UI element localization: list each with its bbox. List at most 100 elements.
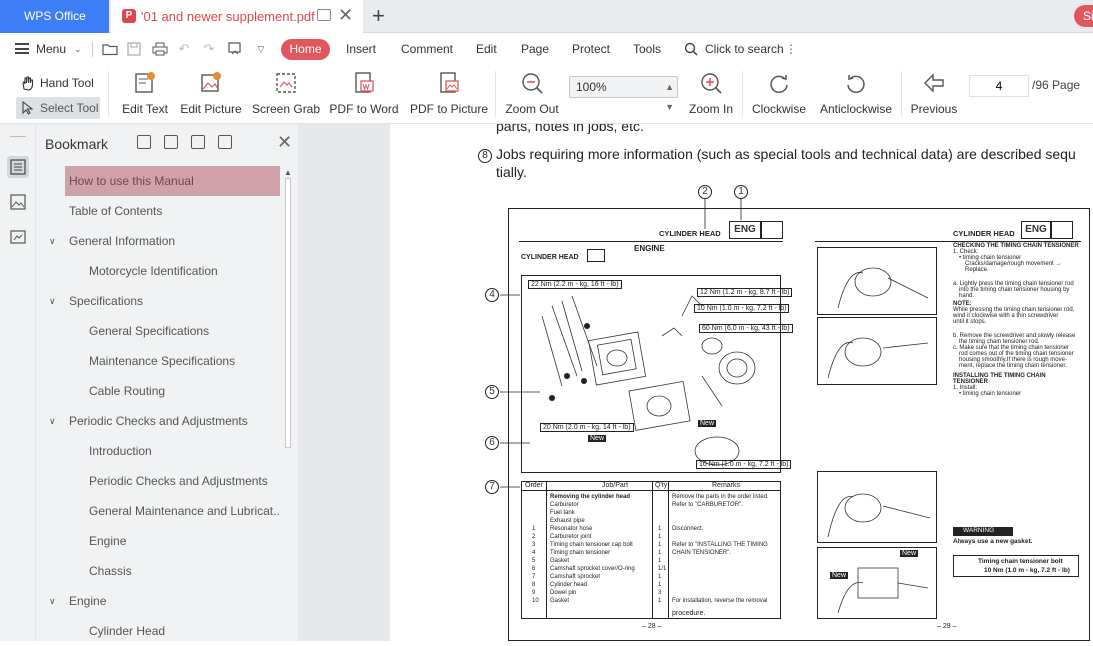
export-icon[interactable] bbox=[227, 41, 243, 57]
install-step: • timing chain tensioner bbox=[959, 391, 1022, 397]
hand-tensioner-illustration bbox=[837, 567, 929, 614]
close-tab-icon[interactable]: ✕ bbox=[338, 5, 353, 25]
save-icon[interactable] bbox=[127, 42, 141, 56]
print-icon[interactable] bbox=[152, 42, 168, 56]
tab-page[interactable]: Page bbox=[521, 33, 549, 65]
select-tool-button[interactable]: Select Tool bbox=[16, 97, 100, 119]
new-tab-plus-icon[interactable]: + bbox=[372, 3, 385, 29]
bookmark-item[interactable]: Cable Routing bbox=[36, 376, 282, 406]
redo-icon[interactable]: ↷ bbox=[202, 42, 216, 56]
bookmark-options-icon[interactable] bbox=[218, 135, 232, 149]
separator bbox=[901, 71, 902, 117]
hand-tool-button[interactable]: Hand Tool bbox=[16, 73, 100, 93]
user-avatar[interactable]: Si bbox=[1074, 5, 1093, 27]
cursor-arrow-icon bbox=[22, 101, 34, 115]
menu-chevron-down-icon[interactable]: ⌄ bbox=[74, 33, 82, 65]
pdf-to-picture-button[interactable]: PDF to Picture bbox=[410, 65, 488, 124]
expand-bookmark-icon[interactable] bbox=[191, 135, 205, 149]
page-number-input[interactable] bbox=[969, 75, 1029, 97]
bookmark-item[interactable]: Introduction bbox=[36, 436, 282, 466]
col-rule bbox=[546, 482, 547, 618]
bookmark-item[interactable]: How to use this Manual bbox=[65, 166, 280, 196]
bookmark-item[interactable]: Engine bbox=[36, 526, 282, 556]
search-box[interactable]: Click to search bbox=[705, 33, 784, 65]
tab-edit[interactable]: Edit bbox=[476, 33, 497, 65]
bookmark-item[interactable]: Engine bbox=[36, 586, 282, 616]
tab-comment[interactable]: Comment bbox=[401, 33, 453, 65]
previous-page-button[interactable]: Previous bbox=[908, 65, 960, 124]
more-options-icon[interactable]: ⋮ bbox=[785, 33, 797, 65]
bookmark-item[interactable]: General Specifications bbox=[36, 316, 282, 346]
wps-office-home-tab[interactable]: WPS Office bbox=[0, 0, 109, 33]
rotate-clockwise-icon bbox=[770, 75, 788, 94]
close-panel-icon[interactable]: ✕ bbox=[277, 130, 292, 154]
note-text: until it stops. bbox=[953, 319, 987, 325]
table-last-remark: procedure. bbox=[672, 610, 706, 617]
undo-icon[interactable]: ↶ bbox=[177, 42, 191, 56]
bookmark-item[interactable]: Periodic Checks and Adjustments bbox=[36, 406, 282, 436]
torque-spec-2: 12 Nm (1.2 m - kg, 8.7 ft - lb) bbox=[697, 288, 793, 297]
screen-grab-label: Screen Grab bbox=[252, 102, 321, 116]
menu-button[interactable]: Menu bbox=[36, 33, 66, 65]
page-number-right: – 29 – bbox=[937, 623, 957, 630]
tab-tools[interactable]: Tools bbox=[633, 33, 661, 65]
torque-spec-6: 10 Nm (1.0 m - kg, 7.2 ft - lb) bbox=[696, 460, 792, 469]
cell-job-part: Gasket bbox=[550, 598, 570, 604]
bookmark-item[interactable]: General Information bbox=[36, 226, 282, 256]
bookmark-item[interactable]: Maintenance Specifications bbox=[36, 346, 282, 376]
cell-job-part: Fuel tank bbox=[550, 510, 575, 516]
cell-qty: 1/1 bbox=[658, 566, 667, 572]
hamburger-menu-icon[interactable] bbox=[15, 43, 29, 54]
image-icon bbox=[10, 194, 26, 210]
edit-picture-button[interactable]: Edit Picture bbox=[180, 65, 242, 124]
bookmark-item[interactable]: Table of Contents bbox=[36, 196, 282, 226]
tab-protect[interactable]: Protect bbox=[572, 33, 610, 65]
new-label: New bbox=[588, 435, 607, 442]
step-a: hand. bbox=[959, 293, 975, 299]
cell-qty: 1 bbox=[658, 574, 662, 580]
tab-home[interactable]: Home bbox=[281, 39, 330, 60]
zoom-in-button[interactable]: Zoom In bbox=[686, 65, 736, 124]
bookmark-panel: Bookmark ✕ How to use this Manual Table o… bbox=[36, 124, 298, 641]
cell-order: 5 bbox=[532, 558, 536, 564]
warning-label: WARNING bbox=[963, 527, 995, 534]
bookmark-item[interactable]: Specifications bbox=[36, 286, 282, 316]
left-side-rail bbox=[0, 124, 36, 641]
document-viewer[interactable]: parts, notes in jobs, etc. 8 Jobs requiri… bbox=[298, 124, 1093, 641]
tab-insert[interactable]: Insert bbox=[346, 33, 376, 65]
search-icon[interactable] bbox=[684, 42, 698, 56]
annotations-panel-icon[interactable] bbox=[7, 227, 29, 249]
scrollbar-thumb[interactable] bbox=[285, 178, 291, 448]
add-bookmark-icon[interactable] bbox=[137, 135, 151, 149]
edit-text-button[interactable]: Edit Text bbox=[117, 65, 173, 124]
delete-bookmark-icon[interactable] bbox=[164, 135, 178, 149]
bookmark-scrollbar[interactable]: ▲ bbox=[282, 168, 294, 452]
bookmark-item[interactable]: Cylinder Head bbox=[36, 616, 282, 646]
bookmark-item[interactable]: Periodic Checks and Adjustments bbox=[36, 466, 282, 496]
bookmark-item[interactable]: Motorcycle Identification bbox=[36, 256, 282, 286]
zoom-out-button[interactable]: Zoom Out bbox=[503, 65, 561, 124]
rotate-anticlockwise-button[interactable]: Anticlockwise bbox=[817, 65, 895, 124]
quick-access-chevron-icon[interactable]: ▽ bbox=[254, 42, 268, 56]
pdf-to-word-button[interactable]: PDF to Word bbox=[328, 65, 400, 124]
cell-qty: 1 bbox=[658, 542, 662, 548]
document-tab[interactable]: P '01 and newer supplement.pdf ✕ bbox=[111, 0, 363, 33]
cell-job-part: Resonator hose bbox=[550, 526, 593, 532]
cell-qty: 1 bbox=[658, 526, 662, 532]
bookmark-item[interactable]: Chassis bbox=[36, 556, 282, 586]
thumbnails-panel-icon[interactable] bbox=[7, 191, 29, 213]
col-remarks: Remarks bbox=[712, 482, 741, 489]
monitor-icon[interactable] bbox=[317, 9, 331, 21]
rotate-clockwise-button[interactable]: Clockwise bbox=[750, 65, 808, 124]
bookmark-item[interactable]: General Maintenance and Lubricat.. bbox=[36, 496, 282, 526]
cell-order: 9 bbox=[532, 590, 536, 596]
arrow-left-icon bbox=[924, 73, 944, 93]
bookmark-panel-icon[interactable] bbox=[7, 156, 29, 178]
page-total: /96 Page bbox=[1032, 78, 1081, 92]
torque-spec-1: 22 Nm (2.2 m - kg, 16 ft - lb) bbox=[528, 280, 622, 289]
open-folder-icon[interactable] bbox=[102, 42, 118, 56]
toolbar: Hand Tool Select Tool Edit Text Edit Pic… bbox=[0, 65, 1093, 124]
screen-grab-button[interactable]: Screen Grab bbox=[252, 65, 320, 124]
scroll-up-icon[interactable]: ▲ bbox=[284, 168, 292, 177]
zoom-level-dropdown[interactable]: 100% ▲ ▼ bbox=[569, 76, 678, 112]
